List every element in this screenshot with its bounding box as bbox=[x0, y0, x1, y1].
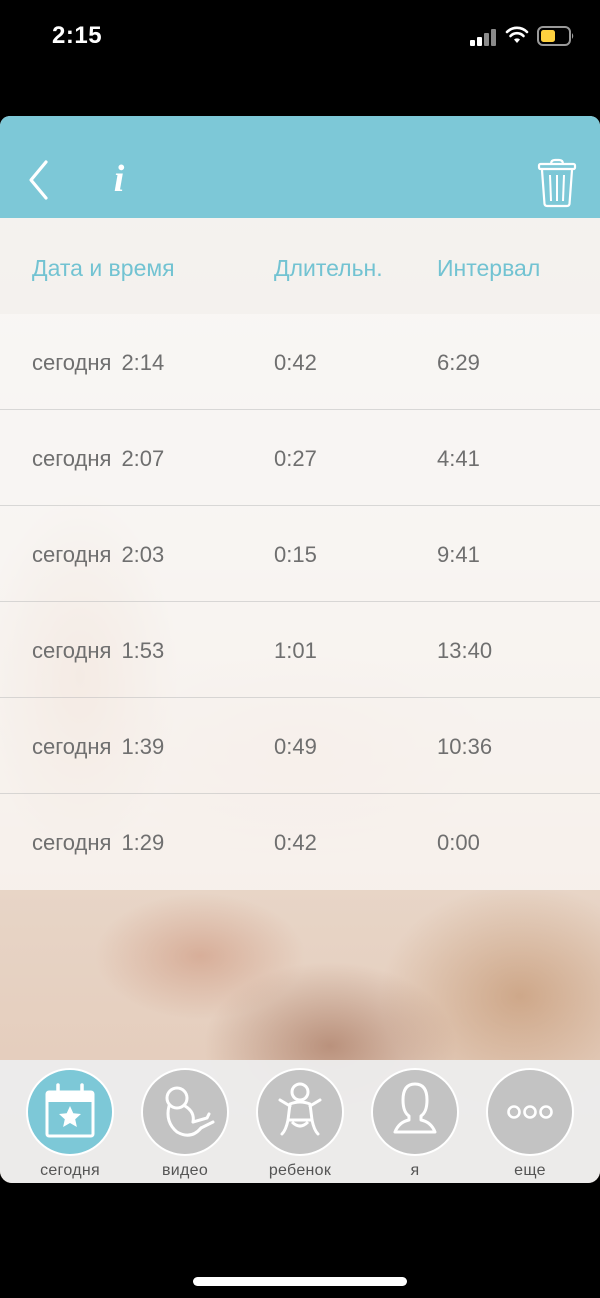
cell-day: сегодня bbox=[32, 446, 112, 471]
cell-datetime: сегодня 2:14 bbox=[32, 350, 164, 376]
cell-time: 1:53 bbox=[121, 638, 165, 663]
tab-label: сегодня bbox=[40, 1162, 100, 1179]
contractions-table: сегодня 2:14 0:42 6:29 сегодня 2:07 0:27 4… bbox=[0, 314, 600, 890]
home-indicator[interactable] bbox=[193, 1277, 407, 1286]
column-header-duration: Длительн. bbox=[274, 255, 383, 281]
cell-time: 2:14 bbox=[121, 350, 165, 375]
cell-datetime: сегодня 1:29 bbox=[32, 830, 164, 856]
cell-interval: 6:29 bbox=[437, 350, 480, 375]
cell-datetime: сегодня 1:39 bbox=[32, 734, 164, 760]
app-screen: i Дата и время Длительн. Интервал сегодн… bbox=[0, 116, 600, 1183]
cell-duration: 1:01 bbox=[274, 638, 317, 663]
tab-label: я bbox=[410, 1162, 420, 1179]
cell-day: сегодня bbox=[32, 734, 112, 759]
battery-icon bbox=[537, 26, 574, 46]
back-chevron-icon[interactable] bbox=[24, 156, 60, 206]
cell-datetime: сегодня 2:07 bbox=[32, 446, 164, 472]
cell-time: 1:39 bbox=[121, 734, 165, 759]
more-dots-icon bbox=[507, 1105, 553, 1119]
cell-duration: 0:49 bbox=[274, 734, 317, 759]
nav-bar: i bbox=[0, 116, 600, 218]
cell-duration: 0:42 bbox=[274, 830, 317, 855]
tab-baby[interactable]: ребенок bbox=[252, 1068, 348, 1179]
cell-interval: 10:36 bbox=[437, 734, 493, 759]
cell-time: 2:03 bbox=[121, 542, 165, 567]
woman-silhouette-icon bbox=[393, 1082, 437, 1134]
cell-day: сегодня bbox=[32, 830, 112, 855]
cellular-signal-icon bbox=[470, 28, 498, 46]
cell-datetime: сегодня 1:53 bbox=[32, 638, 164, 664]
fetus-icon bbox=[165, 1086, 215, 1137]
cell-time: 2:07 bbox=[121, 446, 165, 471]
tab-label: ребенок bbox=[268, 1162, 332, 1179]
tab-label: еще bbox=[514, 1162, 546, 1179]
status-time: 2:15 bbox=[52, 22, 103, 49]
cell-interval: 0:00 bbox=[437, 830, 480, 855]
tab-more[interactable]: еще bbox=[482, 1068, 578, 1179]
table-row[interactable]: сегодня 2:07 0:27 4:41 bbox=[0, 410, 600, 506]
cell-day: сегодня bbox=[32, 638, 112, 663]
cell-datetime: сегодня 2:03 bbox=[32, 542, 164, 568]
table-row[interactable]: сегодня 1:39 0:49 10:36 bbox=[0, 698, 600, 794]
table-header: Дата и время Длительн. Интервал bbox=[0, 218, 600, 314]
table-row[interactable]: сегодня 1:29 0:42 0:00 bbox=[0, 794, 600, 890]
cell-duration: 0:42 bbox=[274, 350, 317, 375]
cell-duration: 0:27 bbox=[274, 446, 317, 471]
table-row[interactable]: сегодня 1:53 1:01 13:40 bbox=[0, 602, 600, 698]
wifi-icon bbox=[505, 26, 529, 43]
cell-day: сегодня bbox=[32, 350, 112, 375]
cell-duration: 0:15 bbox=[274, 542, 317, 567]
status-bar: 2:15 bbox=[0, 0, 600, 80]
table-row[interactable]: сегодня 2:14 0:42 6:29 bbox=[0, 314, 600, 410]
info-button[interactable]: i bbox=[104, 154, 134, 204]
column-header-datetime: Дата и время bbox=[32, 255, 175, 281]
tab-today[interactable]: сегодня bbox=[22, 1068, 118, 1179]
cell-interval: 4:41 bbox=[437, 446, 480, 471]
tab-video[interactable]: видео bbox=[137, 1068, 233, 1179]
cell-interval: 13:40 bbox=[437, 638, 493, 663]
cell-interval: 9:41 bbox=[437, 542, 480, 567]
cell-time: 1:29 bbox=[121, 830, 165, 855]
tab-bar: сегодня видео ребенок я еще bbox=[0, 1060, 600, 1183]
tab-label: видео bbox=[161, 1162, 209, 1179]
tab-me[interactable]: я bbox=[367, 1068, 463, 1179]
column-header-interval: Интервал bbox=[437, 255, 541, 281]
cell-day: сегодня bbox=[32, 542, 112, 567]
table-row[interactable]: сегодня 2:03 0:15 9:41 bbox=[0, 506, 600, 602]
baby-icon bbox=[278, 1082, 322, 1136]
calendar-star-icon bbox=[45, 1083, 95, 1138]
trash-icon[interactable] bbox=[536, 158, 578, 208]
